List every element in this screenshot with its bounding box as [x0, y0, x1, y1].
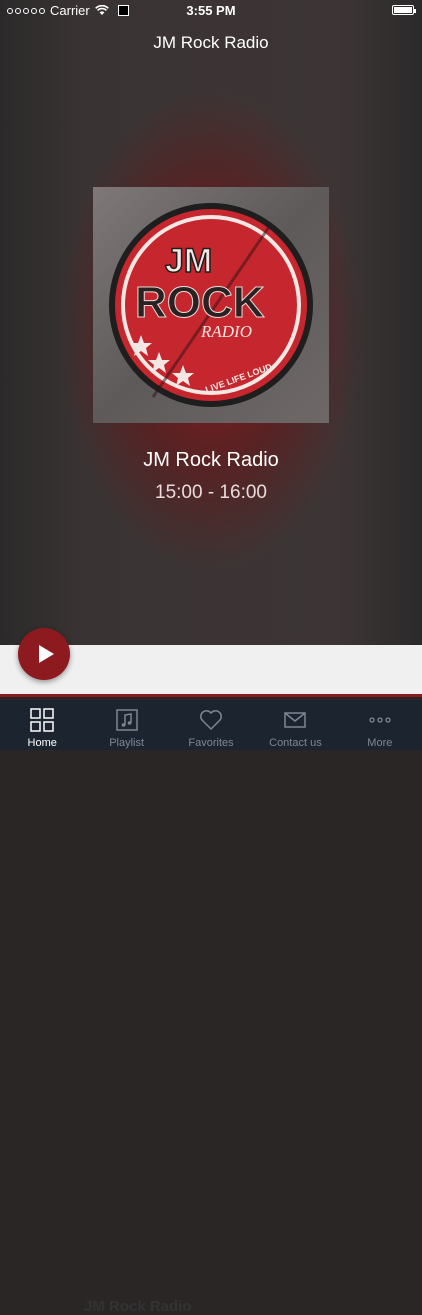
- tab-label-favorites: Favorites: [188, 737, 234, 749]
- tab-label-playlist: Playlist: [109, 737, 145, 749]
- station-name: JM Rock Radio: [143, 449, 279, 471]
- music-note-icon: [115, 709, 138, 731]
- tab-contact-us[interactable]: Contact us: [253, 700, 337, 750]
- tab-playlist[interactable]: Playlist: [84, 700, 168, 750]
- tab-favorites[interactable]: Favorites: [169, 700, 253, 750]
- play-icon: [39, 645, 54, 663]
- tab-more[interactable]: More: [338, 700, 422, 750]
- status-bar: Carrier 3:55 PM: [0, 0, 422, 22]
- heart-icon: [200, 710, 222, 730]
- tab-label-contact-us: Contact us: [269, 737, 322, 749]
- grid-icon: [30, 708, 54, 732]
- tab-label-home: Home: [27, 737, 57, 749]
- tab-label-more: More: [367, 737, 393, 749]
- logo-sub-text: RADIO: [200, 322, 252, 341]
- play-button[interactable]: [18, 628, 70, 680]
- battery-icon: [392, 5, 416, 15]
- logo-top-text: JM: [165, 242, 212, 280]
- logo-main-text: ROCK: [135, 278, 265, 327]
- show-time-range: 15:00 - 16:00: [155, 482, 267, 503]
- status-time: 3:55 PM: [186, 3, 236, 18]
- page-title: JM Rock Radio: [153, 33, 269, 52]
- more-dots-icon: [369, 717, 391, 723]
- tab-bar: Home Playlist Favorites Contact us More: [0, 700, 422, 750]
- envelope-icon: [284, 712, 307, 728]
- station-logo: JM ROCK RADIO LIVE LIFE LOUD: [93, 187, 329, 423]
- player-title: JM Rock Radio: [84, 1298, 192, 1315]
- tab-home[interactable]: Home: [0, 700, 84, 750]
